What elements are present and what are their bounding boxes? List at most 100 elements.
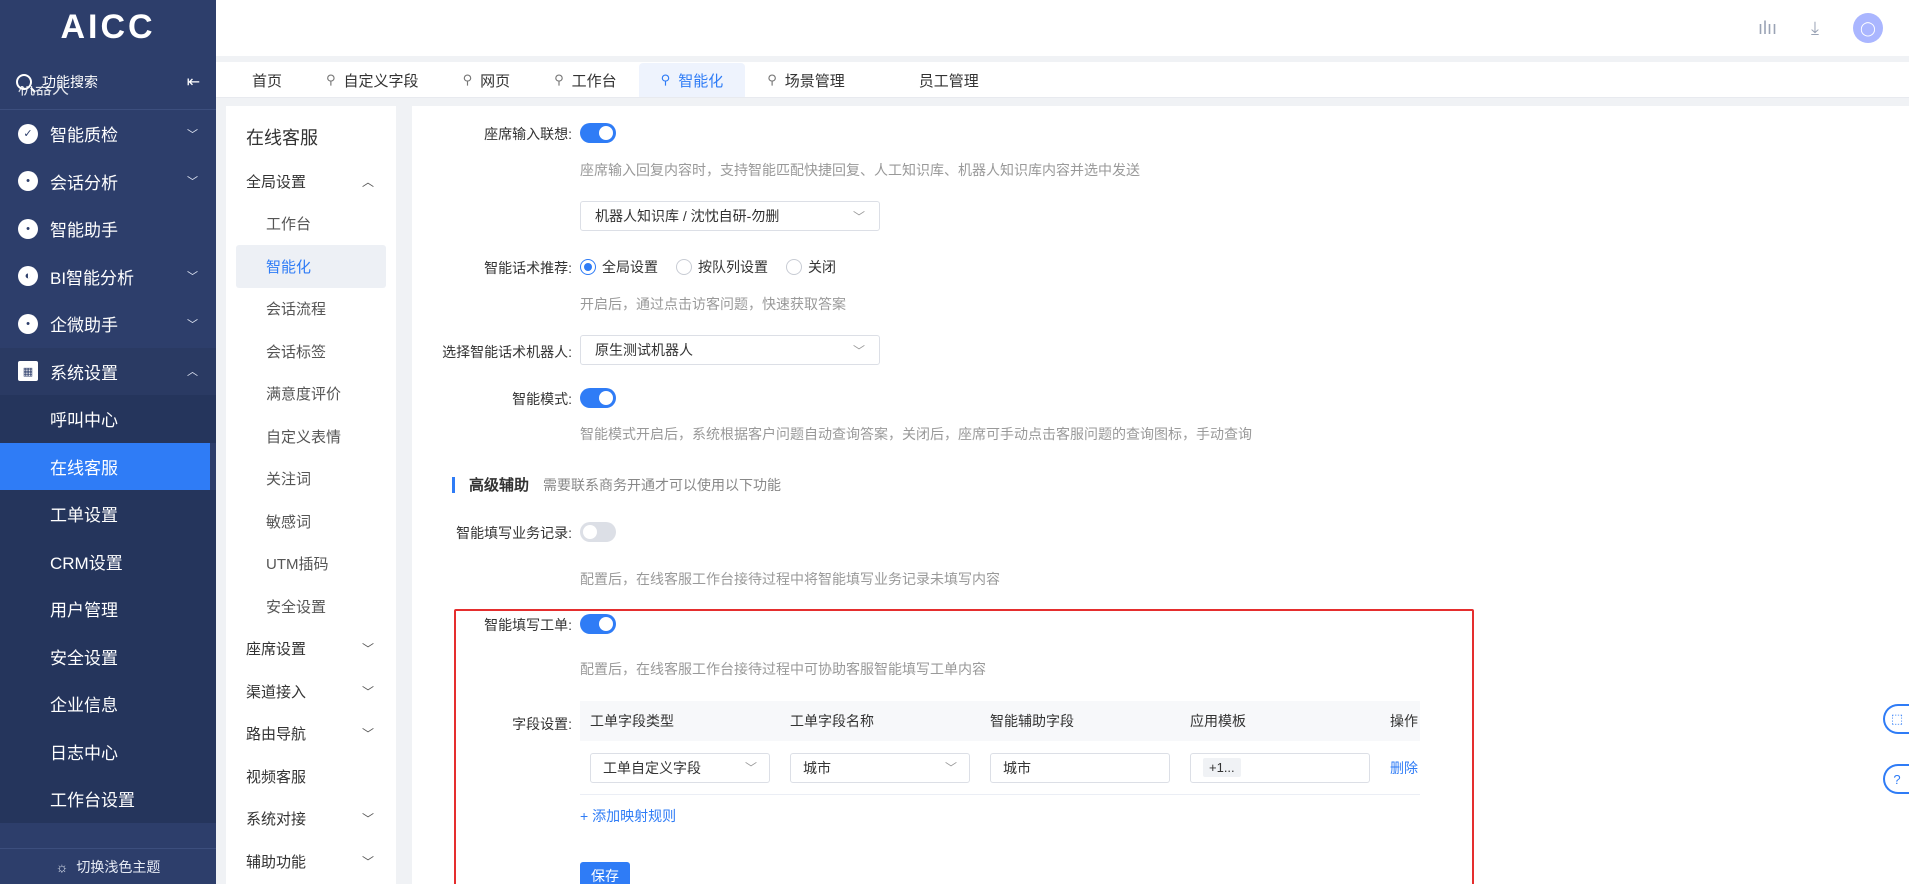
- chevron-down-icon: ﹀: [361, 854, 374, 869]
- tab-custom-fields[interactable]: ⚲ 自定义字段: [304, 63, 441, 97]
- template-select[interactable]: +1...: [1190, 752, 1370, 783]
- radio-label: 全局设置: [602, 259, 658, 275]
- submenu-group-channel-access[interactable]: 渠道接入 ﹀: [226, 670, 396, 713]
- save-button[interactable]: 保存: [580, 862, 630, 884]
- column-header: 工单字段名称: [790, 713, 874, 729]
- sidebar-sub-enterprise-info[interactable]: 企业信息: [0, 680, 216, 728]
- help-float-icon[interactable]: ?: [1883, 764, 1909, 794]
- sidebar-sub-log-center[interactable]: 日志中心: [0, 727, 216, 775]
- tab-intelligence[interactable]: ⚲ 智能化: [638, 63, 746, 97]
- sidebar-sub-user-management[interactable]: 用户管理: [0, 585, 216, 633]
- submenu-group-global-settings[interactable]: 全局设置 ︿: [226, 160, 396, 203]
- submenu-item-satisfaction[interactable]: 满意度评价: [226, 373, 396, 416]
- sidebar-item-bi-analysis[interactable]: ◐ BI智能分析 ﹀: [0, 253, 216, 301]
- submenu-group-system-integration[interactable]: 系统对接 ﹀: [226, 798, 396, 841]
- delete-link[interactable]: 删除: [1390, 760, 1418, 776]
- collapse-menu-icon[interactable]: ⇤: [187, 72, 200, 92]
- sidebar-sub-security-settings[interactable]: 安全设置: [0, 632, 216, 680]
- sidebar-sub-workbench-settings[interactable]: 工作台设置: [0, 775, 216, 823]
- tab-label: 网页: [480, 72, 511, 90]
- theme-toggle-label: 切换浅色主题: [76, 858, 161, 875]
- submenu-group-routing[interactable]: 路由导航 ﹀: [226, 713, 396, 756]
- download-icon[interactable]: ⤓: [1811, 18, 1819, 39]
- knowledge-base-select[interactable]: 机器人知识库 / 沈忱自研-勿删 ﹀: [580, 201, 880, 231]
- tab-home[interactable]: 首页: [230, 63, 304, 97]
- submenu-item-custom-emoji[interactable]: 自定义表情: [226, 415, 396, 458]
- chevron-down-icon: ﹀: [744, 761, 757, 775]
- sidebar-item-session-analysis[interactable]: • 会话分析 ﹀: [0, 158, 216, 206]
- secondary-menu: 在线客服 全局设置 ︿ 工作台 智能化 会话流程 会话标签 满意度评价 自定义表…: [226, 106, 396, 884]
- submenu-item-workbench[interactable]: 工作台: [226, 203, 396, 246]
- pin-icon[interactable]: ⚲: [326, 72, 336, 88]
- bookmark-float-icon[interactable]: ⬚: [1883, 704, 1909, 734]
- robot-select-label: 选择智能话术机器人:: [442, 344, 572, 360]
- field-name-select[interactable]: 城市 ﹀: [790, 752, 970, 783]
- submenu-item-sensitive-words[interactable]: 敏感词: [226, 500, 396, 543]
- radio-off[interactable]: 关闭: [786, 257, 836, 277]
- advanced-section-subtitle: 需要联系商务开通才可以使用以下功能: [543, 476, 782, 493]
- submenu-item-focus-words[interactable]: 关注词: [226, 458, 396, 501]
- tab-scene-management[interactable]: ⚲ 场景管理: [745, 63, 867, 97]
- chevron-down-icon: ﹀: [361, 684, 374, 699]
- assist-field-input[interactable]: 城市: [990, 752, 1170, 783]
- radio-global-settings[interactable]: 全局设置: [580, 257, 658, 277]
- field-type-select[interactable]: 工单自定义字段 ﹀: [590, 752, 770, 783]
- avatar[interactable]: ◯: [1853, 13, 1883, 43]
- sidebar-item-label: 会话分析: [50, 173, 118, 193]
- sidebar-item-robot-partial[interactable]: 机器人: [18, 86, 69, 110]
- radio-by-queue[interactable]: 按队列设置: [676, 257, 768, 277]
- submenu-item-session-tags[interactable]: 会话标签: [226, 330, 396, 373]
- submenu-item-session-flow[interactable]: 会话流程: [226, 288, 396, 331]
- submenu-group-video-service[interactable]: 视频客服: [226, 755, 396, 798]
- robot-select-value: 原生测试机器人: [595, 342, 693, 358]
- pin-icon[interactable]: ⚲: [463, 72, 473, 88]
- submenu-group-seat-settings[interactable]: 座席设置 ﹀: [226, 628, 396, 671]
- smart-mode-switch[interactable]: [580, 388, 616, 408]
- chevron-up-icon: ︿: [187, 366, 198, 379]
- pin-icon[interactable]: ⚲: [661, 72, 671, 88]
- sidebar-sub-online-service[interactable]: 在线客服: [0, 442, 210, 490]
- robot-select[interactable]: 原生测试机器人 ﹀: [580, 335, 880, 365]
- submenu-group-label: 视频客服: [246, 768, 307, 786]
- chevron-down-icon: ﹀: [361, 727, 374, 742]
- smart-recommend-radio-group: 全局设置 按队列设置 关闭: [580, 257, 836, 277]
- theme-toggle-button[interactable]: ☼ 切换浅色主题: [0, 848, 216, 884]
- quality-icon: ✓: [18, 123, 38, 144]
- tab-label: 场景管理: [784, 72, 845, 90]
- sidebar-item-label: 智能助手: [50, 221, 118, 241]
- chevron-down-icon: ﹀: [187, 318, 198, 331]
- seat-input-switch[interactable]: [580, 123, 616, 143]
- seat-input-label: 座席输入联想:: [484, 126, 572, 142]
- sidebar-sub-crm-settings[interactable]: CRM设置: [0, 537, 216, 585]
- sidebar-sub-call-center[interactable]: 呼叫中心: [0, 395, 216, 443]
- sidebar-sub-ticket-settings[interactable]: 工单设置: [0, 490, 216, 538]
- tab-staff-management[interactable]: 员工管理: [867, 63, 1001, 97]
- sidebar-item-smart-assistant[interactable]: • 智能助手: [0, 205, 216, 253]
- smart-recommend-label: 智能话术推荐:: [484, 260, 572, 276]
- audio-wave-icon[interactable]: ılıı: [1758, 18, 1777, 39]
- fill-record-hint: 配置后，在线客服工作台接待过程中将智能填写业务记录未填写内容: [580, 571, 1000, 587]
- fill-ticket-label: 智能填写工单:: [484, 617, 572, 633]
- submenu-item-utm[interactable]: UTM插码: [226, 543, 396, 586]
- knowledge-base-value: 机器人知识库 / 沈忱自研-勿删: [595, 208, 780, 224]
- sidebar-item-label: 智能质检: [50, 126, 118, 146]
- submenu-group-auxiliary[interactable]: 辅助功能 ﹀: [226, 840, 396, 883]
- submenu-item-security[interactable]: 安全设置: [226, 585, 396, 628]
- submenu-scrollbar[interactable]: [396, 106, 406, 884]
- sidebar-item-wecom-assistant[interactable]: • 企微助手 ﹀: [0, 300, 216, 348]
- add-mapping-rule-button[interactable]: + 添加映射规则: [580, 806, 676, 826]
- sidebar-item-label: 企微助手: [50, 316, 118, 336]
- sun-icon: ☼: [55, 858, 69, 875]
- fill-record-label: 智能填写业务记录:: [456, 525, 572, 541]
- tab-label: 智能化: [678, 72, 724, 90]
- fill-ticket-switch[interactable]: [580, 614, 616, 634]
- pin-icon[interactable]: ⚲: [554, 72, 564, 88]
- submenu-item-intelligence[interactable]: 智能化: [236, 245, 386, 288]
- sidebar-item-system-settings[interactable]: ▦ 系统设置 ︿: [0, 347, 216, 395]
- pin-icon[interactable]: ⚲: [767, 72, 777, 88]
- tab-workbench[interactable]: ⚲ 工作台: [532, 63, 639, 97]
- fill-record-switch[interactable]: [580, 522, 616, 542]
- sidebar-item-quality-inspection[interactable]: ✓ 智能质检 ﹀: [0, 110, 216, 158]
- submenu-group-label: 座席设置: [246, 641, 307, 659]
- tab-web[interactable]: ⚲ 网页: [441, 63, 533, 97]
